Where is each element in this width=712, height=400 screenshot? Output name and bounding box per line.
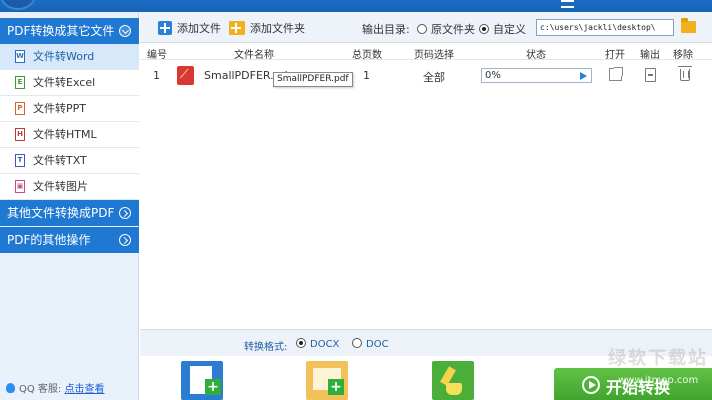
txt-icon: T (15, 154, 25, 167)
play-icon[interactable] (580, 72, 587, 80)
chevron-right-icon (119, 234, 131, 246)
radio-label: DOC (366, 339, 389, 350)
ppt-icon: P (15, 102, 25, 115)
radio-docx[interactable]: DOCX (296, 338, 339, 350)
format-label: 转换格式: (244, 342, 288, 353)
radio-label: DOCX (310, 339, 340, 350)
col-pages: 总页数 (352, 50, 382, 61)
sidebar-item-image[interactable]: ▣ 文件转图片 (0, 174, 139, 200)
row-pages: 1 (363, 69, 370, 82)
trash-icon[interactable] (678, 66, 692, 81)
table-header: 编号 文件名称 总页数 页码选择 状态 打开 输出 移除 (140, 44, 712, 61)
filename-tooltip: SmallPDFER.pdf (273, 72, 353, 87)
add-file-label: 添加文件 (177, 22, 221, 35)
support-info: QQ 客服: 点击查看 (6, 380, 104, 395)
sidebar-item-label: 文件转TXT (33, 154, 87, 167)
radio-icon (352, 338, 362, 348)
add-folder-icon (229, 21, 245, 35)
pdf-icon (177, 66, 194, 85)
output-path-field[interactable]: c:\users\jackli\desktop\ (536, 19, 674, 36)
app-logo (0, 0, 36, 10)
radio-checked-icon (296, 338, 306, 348)
toolbar: 添加文件 添加文件夹 输出目录: 原文件夹 自定义 c:\users\jackl… (140, 12, 712, 43)
sidebar-item-html[interactable]: H 文件转HTML (0, 122, 139, 148)
sidebar-item-label: 文件转Excel (33, 76, 96, 89)
add-folder-label: 添加文件夹 (250, 22, 305, 35)
sidebar-item-label: 文件转HTML (33, 128, 97, 141)
category-label: PDF的其他操作 (7, 233, 91, 247)
progress-text: 0% (485, 70, 501, 81)
col-remove: 移除 (673, 50, 693, 61)
radio-checked-icon (479, 24, 489, 34)
add-file-button[interactable]: 添加文件 (158, 20, 221, 36)
open-file-icon[interactable] (609, 67, 623, 81)
radio-doc[interactable]: DOC (352, 338, 389, 350)
add-document-icon[interactable] (181, 361, 223, 400)
clear-list-icon[interactable] (432, 361, 474, 400)
radio-original-folder[interactable]: 原文件夹 (417, 21, 475, 37)
sidebar: PDF转换成其它文件 W 文件转Word E 文件转Excel P 文件转PPT… (0, 12, 139, 400)
add-folder-button[interactable]: 添加文件夹 (229, 20, 305, 36)
category-other-to-pdf[interactable]: 其他文件转换成PDF (0, 200, 139, 226)
category-label: 其他文件转换成PDF (7, 206, 115, 220)
col-num: 编号 (147, 50, 167, 61)
chevron-right-icon (119, 207, 131, 219)
output-dir-label: 输出目录: (362, 23, 410, 36)
html-icon: H (15, 128, 25, 141)
table-row[interactable]: 1 SmallPDFER.pd 1 全部 0% (140, 63, 712, 89)
qq-icon (6, 383, 15, 393)
add-folder-big-icon[interactable] (306, 361, 348, 400)
radio-label: 原文件夹 (431, 23, 475, 36)
row-page-range[interactable]: 全部 (423, 69, 445, 85)
support-link[interactable]: 点击查看 (64, 384, 104, 395)
category-label: PDF转换成其它文件 (7, 24, 115, 38)
title-bar (0, 0, 712, 12)
sidebar-item-txt[interactable]: T 文件转TXT (0, 148, 139, 174)
menu-icon[interactable] (561, 0, 574, 8)
col-open: 打开 (605, 50, 625, 61)
folder-icon[interactable] (681, 18, 696, 33)
output-folder-icon[interactable] (645, 68, 656, 82)
col-status: 状态 (526, 50, 546, 61)
category-pdf-to-other[interactable]: PDF转换成其它文件 (0, 18, 139, 44)
progress-bar: 0% (481, 68, 592, 83)
sidebar-item-label: 文件转PPT (33, 102, 86, 115)
col-name: 文件名称 (234, 50, 274, 61)
sidebar-item-excel[interactable]: E 文件转Excel (0, 70, 139, 96)
chevron-down-icon (119, 25, 131, 37)
add-file-icon (158, 21, 172, 35)
watermark-text: 绿软下载站 (608, 348, 708, 369)
col-output: 输出 (640, 50, 660, 61)
play-circle-icon (582, 376, 600, 394)
radio-custom-folder[interactable]: 自定义 (479, 21, 526, 37)
support-prefix: QQ 客服: (19, 384, 62, 395)
image-icon: ▣ (15, 180, 25, 193)
radio-icon (417, 24, 427, 34)
watermark-url: www.itmop.com (618, 375, 699, 386)
col-range: 页码选择 (414, 50, 454, 61)
sidebar-item-label: 文件转Word (33, 50, 95, 63)
sidebar-item-label: 文件转图片 (33, 180, 88, 193)
row-num: 1 (153, 69, 160, 82)
excel-icon: E (15, 76, 25, 89)
sidebar-item-word[interactable]: W 文件转Word (0, 44, 139, 70)
radio-label: 自定义 (493, 23, 526, 36)
category-pdf-other-ops[interactable]: PDF的其他操作 (0, 227, 139, 253)
sidebar-item-ppt[interactable]: P 文件转PPT (0, 96, 139, 122)
word-icon: W (15, 50, 25, 63)
